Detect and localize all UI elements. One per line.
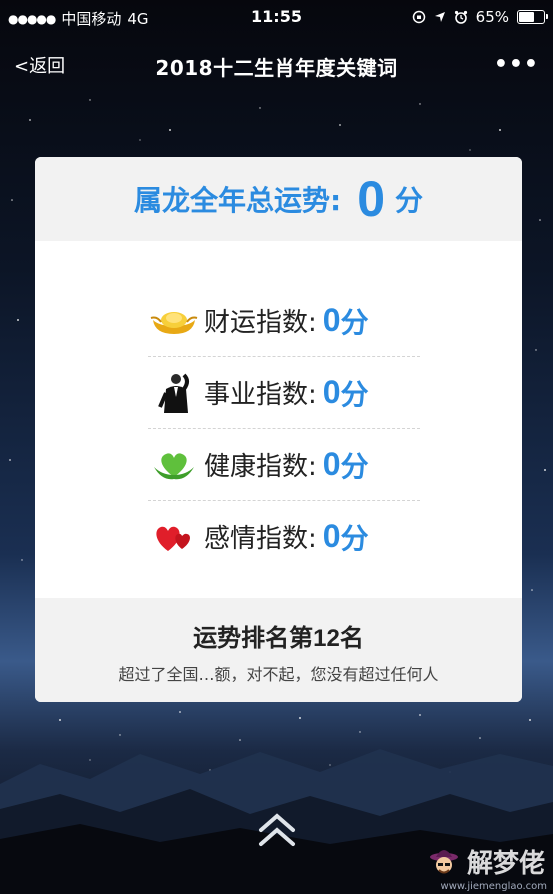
health-index-unit: 分 xyxy=(340,449,369,483)
alarm-icon xyxy=(454,10,467,24)
ranking-number: 12 xyxy=(313,625,340,652)
watermark-url: www.jiemenglao.com xyxy=(440,881,547,892)
watermark-logo: 解梦佬 xyxy=(427,843,545,880)
rotation-lock-icon xyxy=(412,10,425,24)
career-index-label: 事业指数: xyxy=(204,380,317,410)
total-fortune-label: 属龙全年总运势: xyxy=(133,184,342,217)
health-index-value: 0 xyxy=(322,446,341,482)
ranking-suffix: 名 xyxy=(339,624,364,652)
businessman-icon xyxy=(148,370,200,416)
watermark-text: 解梦佬 xyxy=(466,849,545,879)
list-item-love: 感情指数: 0 分 xyxy=(148,501,420,572)
love-index-value: 0 xyxy=(322,518,341,554)
total-fortune-header: 属龙全年总运势: 0 分 xyxy=(35,157,522,241)
page-title: 2018十二生肖年度关键词 xyxy=(155,56,398,80)
battery-icon xyxy=(517,10,548,24)
career-index-unit: 分 xyxy=(340,377,369,411)
health-heart-icon xyxy=(148,442,200,488)
ranking-prefix: 运势排名第 xyxy=(193,624,314,652)
health-index-label: 健康指数: xyxy=(204,452,317,482)
fortune-card: 属龙全年总运势: 0 分 财运指数: 0 分 事业指数: 0 分 健康指数: 0… xyxy=(35,157,522,702)
wealth-index-unit: 分 xyxy=(340,305,369,339)
career-index-value: 0 xyxy=(322,374,341,410)
gold-ingot-icon xyxy=(148,298,200,344)
fortune-index-list: 财运指数: 0 分 事业指数: 0 分 健康指数: 0 分 感情指数: 0 分 xyxy=(148,285,420,572)
wealth-index-label: 财运指数: xyxy=(204,308,317,338)
battery-percent: 65% xyxy=(475,8,509,26)
more-options-icon[interactable]: ••• xyxy=(494,52,539,77)
ranking-title: 运势排名第12名 xyxy=(35,618,522,653)
status-bar: ●●●●● 中国移动 4G 11:55 65% xyxy=(0,0,553,34)
location-icon xyxy=(434,12,445,22)
wealth-index-value: 0 xyxy=(322,302,341,338)
love-index-label: 感情指数: xyxy=(204,524,317,554)
double-chevron-up-icon[interactable] xyxy=(255,808,299,850)
fortune-teller-icon xyxy=(429,849,458,873)
ranking-subtitle: 超过了全国…额，对不起，您没有超过任何人 xyxy=(118,665,439,684)
love-hearts-icon xyxy=(148,514,200,560)
list-item-wealth: 财运指数: 0 分 xyxy=(148,285,420,357)
total-fortune-score: 0 xyxy=(357,171,385,227)
list-item-career: 事业指数: 0 分 xyxy=(148,357,420,429)
ranking-section: 运势排名第12名 超过了全国…额，对不起，您没有超过任何人 xyxy=(35,598,522,702)
love-index-unit: 分 xyxy=(340,521,369,555)
nav-bar: <返回 2018十二生肖年度关键词 ••• xyxy=(0,42,553,86)
total-fortune-unit: 分 xyxy=(395,184,424,217)
list-item-health: 健康指数: 0 分 xyxy=(148,429,420,501)
